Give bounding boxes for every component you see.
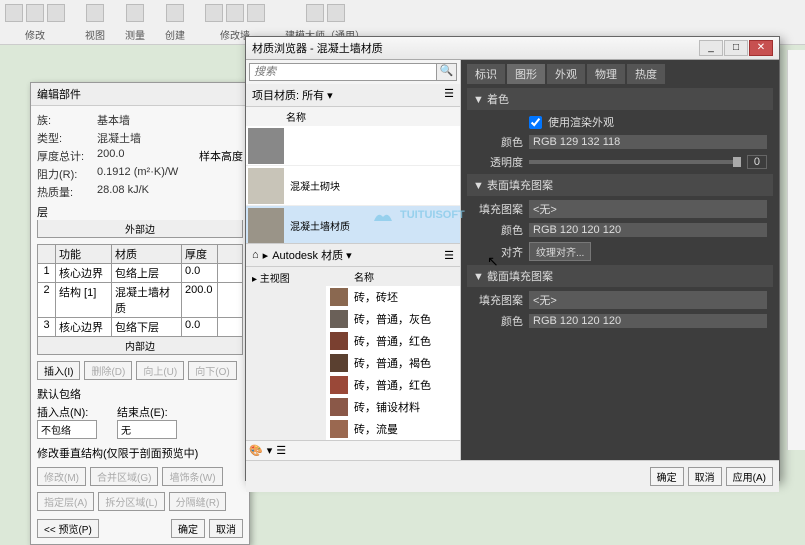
tool-icon[interactable] xyxy=(327,4,345,22)
tool-icon[interactable] xyxy=(247,4,265,22)
property-tabs: 标识 图形 外观 物理 热度 xyxy=(467,64,773,84)
library-item[interactable]: 砖，流曼 xyxy=(326,418,460,440)
surface-pattern-field[interactable]: <无> xyxy=(529,200,767,218)
library-item[interactable]: 砖，普通，灰色 xyxy=(326,308,460,330)
table-row[interactable]: 2结构 [1]混凝土墙材质200.0 xyxy=(37,283,243,318)
tool-icon[interactable] xyxy=(86,4,104,22)
folder-icon[interactable]: ▾ xyxy=(267,444,273,457)
down-button[interactable]: 向下(O) xyxy=(188,361,236,380)
list-icon[interactable]: ☰ xyxy=(276,444,286,457)
material-browser-dialog: 材质浏览器 - 混凝土墙材质 _ □ ✕ 🔍 项目材质: 所有 ▾☰ 名称 混凝… xyxy=(245,36,780,481)
modify-button[interactable]: 修改(M) xyxy=(37,467,86,486)
assign-button[interactable]: 指定层(A) xyxy=(37,492,94,511)
delete-button[interactable]: 删除(D) xyxy=(84,361,132,380)
dialog-title: 材质浏览器 - 混凝土墙材质 xyxy=(252,40,383,56)
tab-appearance[interactable]: 外观 xyxy=(547,64,585,84)
up-button[interactable]: 向上(U) xyxy=(136,361,184,380)
color-field[interactable]: RGB 129 132 118 xyxy=(529,135,767,149)
split-button[interactable]: 拆分区域(L) xyxy=(98,492,164,511)
tab-thermal[interactable]: 热度 xyxy=(627,64,665,84)
minimize-icon[interactable]: _ xyxy=(699,40,723,56)
apply-button[interactable]: 应用(A) xyxy=(726,467,773,486)
insert-button[interactable]: 插入(I) xyxy=(37,361,80,380)
ok-button[interactable]: 确定 xyxy=(171,519,205,538)
library-item[interactable]: 砖，普通，褐色 xyxy=(326,352,460,374)
tool-icon[interactable] xyxy=(205,4,223,22)
edit-assembly-dialog: 编辑部件 族:基本墙 类型:混凝土墙 厚度总计:200.0样本高度 阻力(R):… xyxy=(30,82,250,545)
transparency-slider[interactable] xyxy=(529,160,741,164)
tool-icon[interactable] xyxy=(5,4,23,22)
view-icon[interactable]: ☰ xyxy=(444,249,454,262)
home-icon[interactable]: ⌂ xyxy=(252,249,259,261)
material-item[interactable]: 混凝土砌块 xyxy=(246,166,460,206)
close-icon[interactable]: ✕ xyxy=(749,40,773,56)
table-row[interactable]: 1核心边界包络上层0.0 xyxy=(37,264,243,283)
search-input[interactable] xyxy=(249,63,437,81)
tool-icon[interactable] xyxy=(166,4,184,22)
library-item[interactable]: 砖，普通，红色 xyxy=(326,330,460,352)
surface-color-field[interactable]: RGB 120 120 120 xyxy=(529,223,767,237)
sweeps-button[interactable]: 墙饰条(W) xyxy=(162,467,222,486)
layers-table-header: 功能材质厚度 xyxy=(37,244,243,264)
tab-physical[interactable]: 物理 xyxy=(587,64,625,84)
library-item[interactable]: 砖，砖坯 xyxy=(326,286,460,308)
preview-button[interactable]: << 预览(P) xyxy=(37,519,99,538)
tab-identity[interactable]: 标识 xyxy=(467,64,505,84)
library-list: 砖，砖坯砖，普通，灰色砖，普通，红色砖，普通，褐色砖，普通，红色砖，铺设材料砖，… xyxy=(326,286,460,440)
cancel-button[interactable]: 取消 xyxy=(209,519,243,538)
insert-point-select[interactable]: 不包络 xyxy=(37,420,97,439)
material-item[interactable] xyxy=(246,126,460,166)
material-list: 混凝土砌块混凝土墙材质胶合板，面层 xyxy=(246,126,460,243)
texture-align-button[interactable]: 纹理对齐... xyxy=(529,242,591,261)
library-item[interactable]: 砖，铺设材料 xyxy=(326,396,460,418)
tool-icon[interactable] xyxy=(226,4,244,22)
tool-icon[interactable] xyxy=(306,4,324,22)
table-row[interactable]: 3核心边界包络下层0.0 xyxy=(37,318,243,337)
tab-graphics[interactable]: 图形 xyxy=(507,64,545,84)
end-point-select[interactable]: 无 xyxy=(117,420,177,439)
merge-button[interactable]: 合并区域(G) xyxy=(90,467,158,486)
use-render-checkbox[interactable] xyxy=(529,116,542,129)
side-panel xyxy=(787,50,805,450)
tool-icon[interactable] xyxy=(26,4,44,22)
maximize-icon[interactable]: □ xyxy=(724,40,748,56)
cut-color-field[interactable]: RGB 120 120 120 xyxy=(529,314,767,328)
ok-button[interactable]: 确定 xyxy=(650,467,684,486)
library-item[interactable]: 砖，普通，红色 xyxy=(326,374,460,396)
cut-pattern-field[interactable]: <无> xyxy=(529,291,767,309)
reveals-button[interactable]: 分隔缝(R) xyxy=(169,492,227,511)
material-item[interactable]: 混凝土墙材质 xyxy=(246,206,460,243)
cancel-button[interactable]: 取消 xyxy=(688,467,722,486)
view-icon[interactable]: ☰ xyxy=(444,87,454,103)
search-icon[interactable]: 🔍 xyxy=(437,63,457,81)
add-material-icon[interactable]: 🎨 xyxy=(249,444,263,457)
dialog-title: 编辑部件 xyxy=(31,83,249,106)
tool-icon[interactable] xyxy=(47,4,65,22)
tool-icon[interactable] xyxy=(126,4,144,22)
